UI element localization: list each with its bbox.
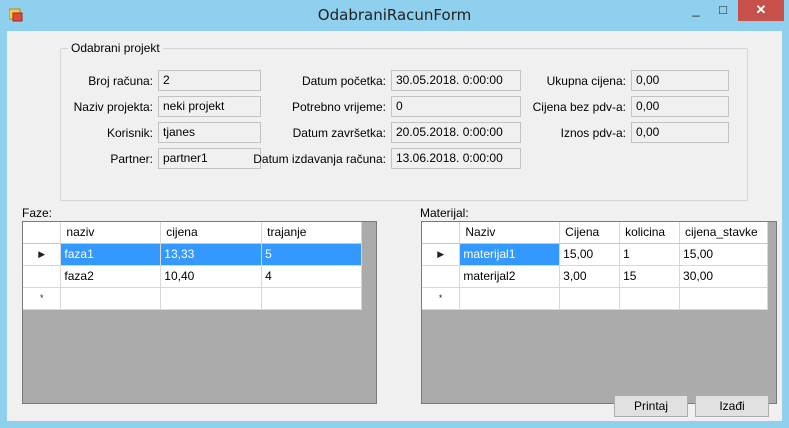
- materijal-col-kolicina[interactable]: kolicina: [619, 222, 681, 244]
- materijal-label: Materijal:: [420, 206, 469, 220]
- faze-label: Faze:: [22, 206, 53, 220]
- cijena-bez-pdv-field[interactable]: 0,00: [631, 96, 729, 117]
- materijal-cell[interactable]: 1: [619, 243, 681, 266]
- new-row[interactable]: *: [422, 287, 768, 310]
- materijal-grid[interactable]: Naziv Cijena kolicina cijena_stavke ▶ ma…: [421, 221, 777, 404]
- faze-cell[interactable]: faza2: [60, 265, 162, 288]
- window-title: OdabraniRacunForm: [317, 6, 472, 24]
- table-row[interactable]: faza2 10,40 4: [23, 265, 362, 288]
- materijal-cell[interactable]: materijal1: [459, 243, 561, 266]
- new-row-asterisk-icon[interactable]: *: [422, 287, 461, 310]
- close-button[interactable]: ✕: [738, 0, 784, 21]
- materijal-cell[interactable]: materijal2: [459, 265, 561, 288]
- naziv-projekta-label: Naziv projekta:: [73, 100, 153, 114]
- datum-izdavanja-label: Datum izdavanja računa:: [253, 152, 386, 166]
- ukupna-cijena-field[interactable]: 0,00: [631, 70, 729, 91]
- materijal-col-cijena-stavke[interactable]: cijena_stavke: [679, 222, 768, 244]
- materijal-cell[interactable]: [619, 287, 681, 310]
- materijal-col-naziv[interactable]: Naziv: [459, 222, 561, 244]
- faze-col-trajanje[interactable]: trajanje: [261, 222, 362, 244]
- row-header[interactable]: [23, 265, 62, 288]
- ukupna-cijena-label: Ukupna cijena:: [546, 74, 626, 88]
- faze-cell[interactable]: 13,33: [160, 243, 263, 266]
- partner-field[interactable]: partner1: [158, 148, 261, 169]
- partner-label: Partner:: [110, 152, 153, 166]
- datum-izdavanja-field[interactable]: 13.06.2018. 0:00:00: [391, 148, 521, 169]
- form-client-area: Odabrani projekt Broj računa: 2 Naziv pr…: [7, 31, 782, 421]
- materijal-corner-header[interactable]: [422, 222, 461, 244]
- broj-racuna-field[interactable]: 2: [158, 70, 261, 91]
- naziv-projekta-field[interactable]: neki projekt: [158, 96, 261, 117]
- table-row[interactable]: materijal2 3,00 15 30,00: [422, 265, 768, 288]
- new-row[interactable]: *: [23, 287, 362, 310]
- datum-pocetka-label: Datum početka:: [301, 74, 386, 88]
- faze-cell[interactable]: 10,40: [160, 265, 263, 288]
- new-row-asterisk-icon[interactable]: *: [23, 287, 62, 310]
- korisnik-field[interactable]: tjanes: [158, 122, 261, 143]
- table-row[interactable]: ▶ materijal1 15,00 1 15,00: [422, 243, 768, 266]
- datum-zavrsetka-field[interactable]: 20.05.2018. 0:00:00: [391, 122, 521, 143]
- materijal-cell[interactable]: [559, 287, 621, 310]
- faze-cell[interactable]: [160, 287, 263, 310]
- current-row-indicator-icon[interactable]: ▶: [23, 243, 62, 266]
- printaj-button[interactable]: Printaj: [614, 395, 688, 417]
- faze-cell[interactable]: 5: [261, 243, 362, 266]
- faze-col-naziv[interactable]: naziv: [60, 222, 162, 244]
- iznos-pdv-label: Iznos pdv-a:: [560, 126, 626, 140]
- materijal-cell[interactable]: 30,00: [679, 265, 768, 288]
- faze-grid[interactable]: naziv cijena trajanje ▶ faza1 13,33 5 fa…: [22, 221, 377, 404]
- faze-cell[interactable]: [60, 287, 162, 310]
- broj-racuna-label: Broj računa:: [88, 74, 153, 88]
- potrebno-vrijeme-label: Potrebno vrijeme:: [291, 100, 386, 114]
- odabrani-projekt-group: Odabrani projekt Broj računa: 2 Naziv pr…: [60, 41, 748, 201]
- datum-pocetka-field[interactable]: 30.05.2018. 0:00:00: [391, 70, 521, 91]
- current-row-indicator-icon[interactable]: ▶: [422, 243, 461, 266]
- faze-col-cijena[interactable]: cijena: [160, 222, 263, 244]
- izadji-button[interactable]: Izađi: [695, 395, 769, 417]
- table-row[interactable]: ▶ faza1 13,33 5: [23, 243, 362, 266]
- cijena-bez-pdv-label: Cijena bez pdv-a:: [532, 100, 626, 114]
- form-window: OdabraniRacunForm _ □ ✕ Odabrani projekt…: [0, 0, 789, 428]
- group-legend: Odabrani projekt: [68, 41, 163, 55]
- minimize-button[interactable]: _: [683, 0, 709, 21]
- faze-cell[interactable]: 4: [261, 265, 362, 288]
- title-bar[interactable]: OdabraniRacunForm _ □ ✕: [0, 0, 789, 31]
- faze-cell[interactable]: [261, 287, 362, 310]
- materijal-cell[interactable]: 3,00: [559, 265, 621, 288]
- materijal-cell[interactable]: 15,00: [559, 243, 621, 266]
- maximize-button[interactable]: □: [710, 0, 736, 21]
- materijal-cell[interactable]: 15,00: [679, 243, 768, 266]
- iznos-pdv-field[interactable]: 0,00: [631, 122, 729, 143]
- materijal-cell[interactable]: [679, 287, 768, 310]
- materijal-cell[interactable]: 15: [619, 265, 681, 288]
- materijal-col-cijena[interactable]: Cijena: [559, 222, 621, 244]
- faze-corner-header[interactable]: [23, 222, 62, 244]
- datum-zavrsetka-label: Datum završetka:: [292, 126, 386, 140]
- row-header[interactable]: [422, 265, 461, 288]
- materijal-cell[interactable]: [459, 287, 561, 310]
- faze-cell[interactable]: faza1: [60, 243, 162, 266]
- korisnik-label: Korisnik:: [106, 126, 153, 140]
- potrebno-vrijeme-field[interactable]: 0: [391, 96, 521, 117]
